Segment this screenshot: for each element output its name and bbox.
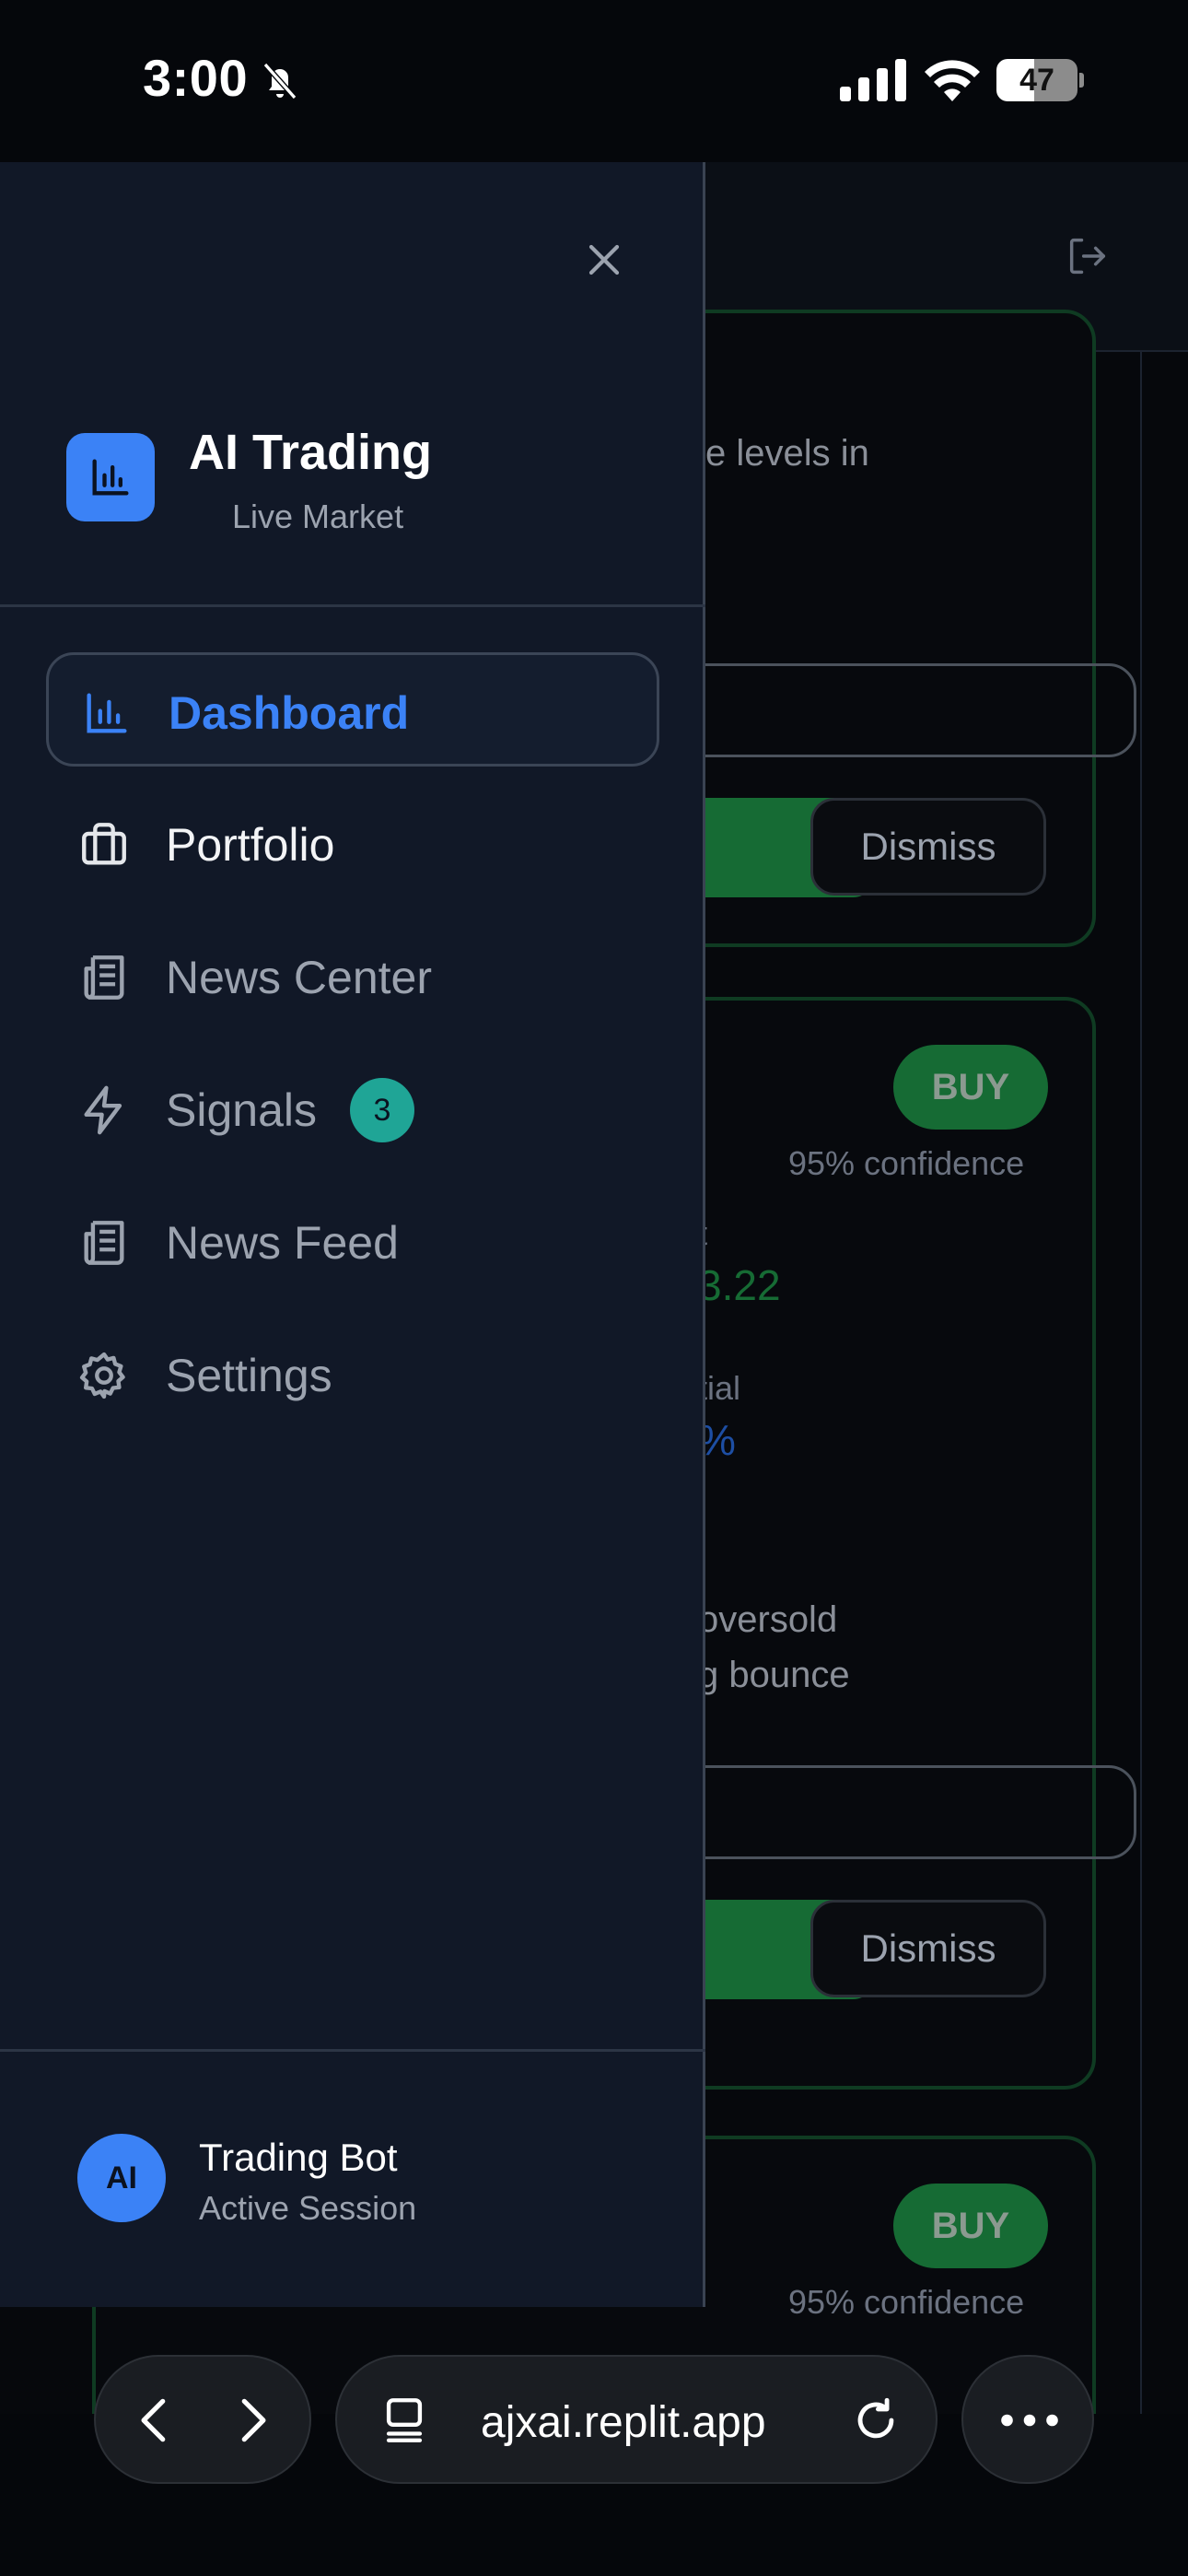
tabs-icon[interactable] (378, 2394, 431, 2447)
navigation-drawer: AI Trading Live Market Dashboard Portfol… (0, 162, 705, 2307)
bar-chart-icon (87, 693, 127, 733)
signals-count-badge: 3 (350, 1078, 414, 1142)
buy-badge: BUY (893, 1045, 1048, 1130)
nav-item-portfolio[interactable]: Portfolio (46, 787, 659, 901)
gear-icon (79, 1352, 125, 1399)
more-dots-icon (1001, 2414, 1058, 2427)
url-text: ajxai.replit.app (481, 2398, 766, 2447)
nav-label: Portfolio (166, 819, 335, 871)
cellular-signal-icon (840, 59, 906, 101)
logout-icon[interactable] (1064, 232, 1112, 280)
nav-label: News Center (166, 952, 432, 1003)
nav-item-dashboard[interactable]: Dashboard (46, 652, 659, 767)
wifi-icon (925, 60, 980, 101)
brand-subtitle: Live Market (232, 498, 404, 535)
dismiss-button[interactable]: Dismiss (810, 798, 1046, 896)
newspaper-icon (84, 1221, 124, 1265)
battery-indicator: 47 (996, 59, 1085, 101)
battery-percent: 47 (1019, 63, 1054, 98)
forward-icon[interactable] (223, 2392, 280, 2449)
more-button[interactable] (961, 2355, 1094, 2484)
address-bar[interactable]: ajxai.replit.app (335, 2355, 938, 2484)
avatar: AI (77, 2134, 166, 2222)
card-text: e levels in (705, 433, 869, 474)
nav-item-news-center[interactable]: News Center (46, 919, 659, 1034)
dismiss-button[interactable]: Dismiss (810, 1900, 1046, 1997)
nav-label: Settings (166, 1350, 332, 1401)
browser-toolbar: ajxai.replit.app (0, 2307, 1188, 2576)
bell-off-icon (262, 63, 297, 100)
bar-chart-icon (92, 459, 129, 496)
brand-logo (66, 433, 155, 521)
close-icon[interactable] (578, 234, 630, 286)
nav-item-settings[interactable]: Settings (46, 1317, 659, 1432)
lightning-icon (84, 1085, 122, 1135)
briefcase-icon (82, 823, 126, 865)
newspaper-icon (84, 955, 124, 1000)
nav-label: Dashboard (169, 687, 410, 739)
reload-icon[interactable] (849, 2394, 903, 2447)
confidence-text: 95% confidence (788, 1144, 1025, 1182)
user-name: Trading Bot (199, 2136, 398, 2179)
status-bar: 3:00 47 (0, 0, 1188, 162)
nav-item-news-feed[interactable]: News Feed (46, 1185, 659, 1299)
target-value: 3.22 (698, 1261, 781, 1309)
nav-item-signals[interactable]: Signals 3 (46, 1052, 659, 1166)
reason-text-line: oversold (698, 1599, 838, 1640)
nav-label: News Feed (166, 1217, 399, 1269)
buy-badge: BUY (893, 2184, 1048, 2268)
divider (0, 2049, 705, 2052)
brand-title: AI Trading (189, 425, 433, 480)
user-status: Active Session (199, 2189, 417, 2227)
status-time: 3:00 (143, 49, 249, 107)
divider (0, 604, 705, 607)
history-nav-group (94, 2355, 311, 2484)
back-icon[interactable] (127, 2392, 184, 2449)
reason-text-line: g bounce (698, 1655, 850, 1695)
nav-label: Signals (166, 1084, 317, 1136)
